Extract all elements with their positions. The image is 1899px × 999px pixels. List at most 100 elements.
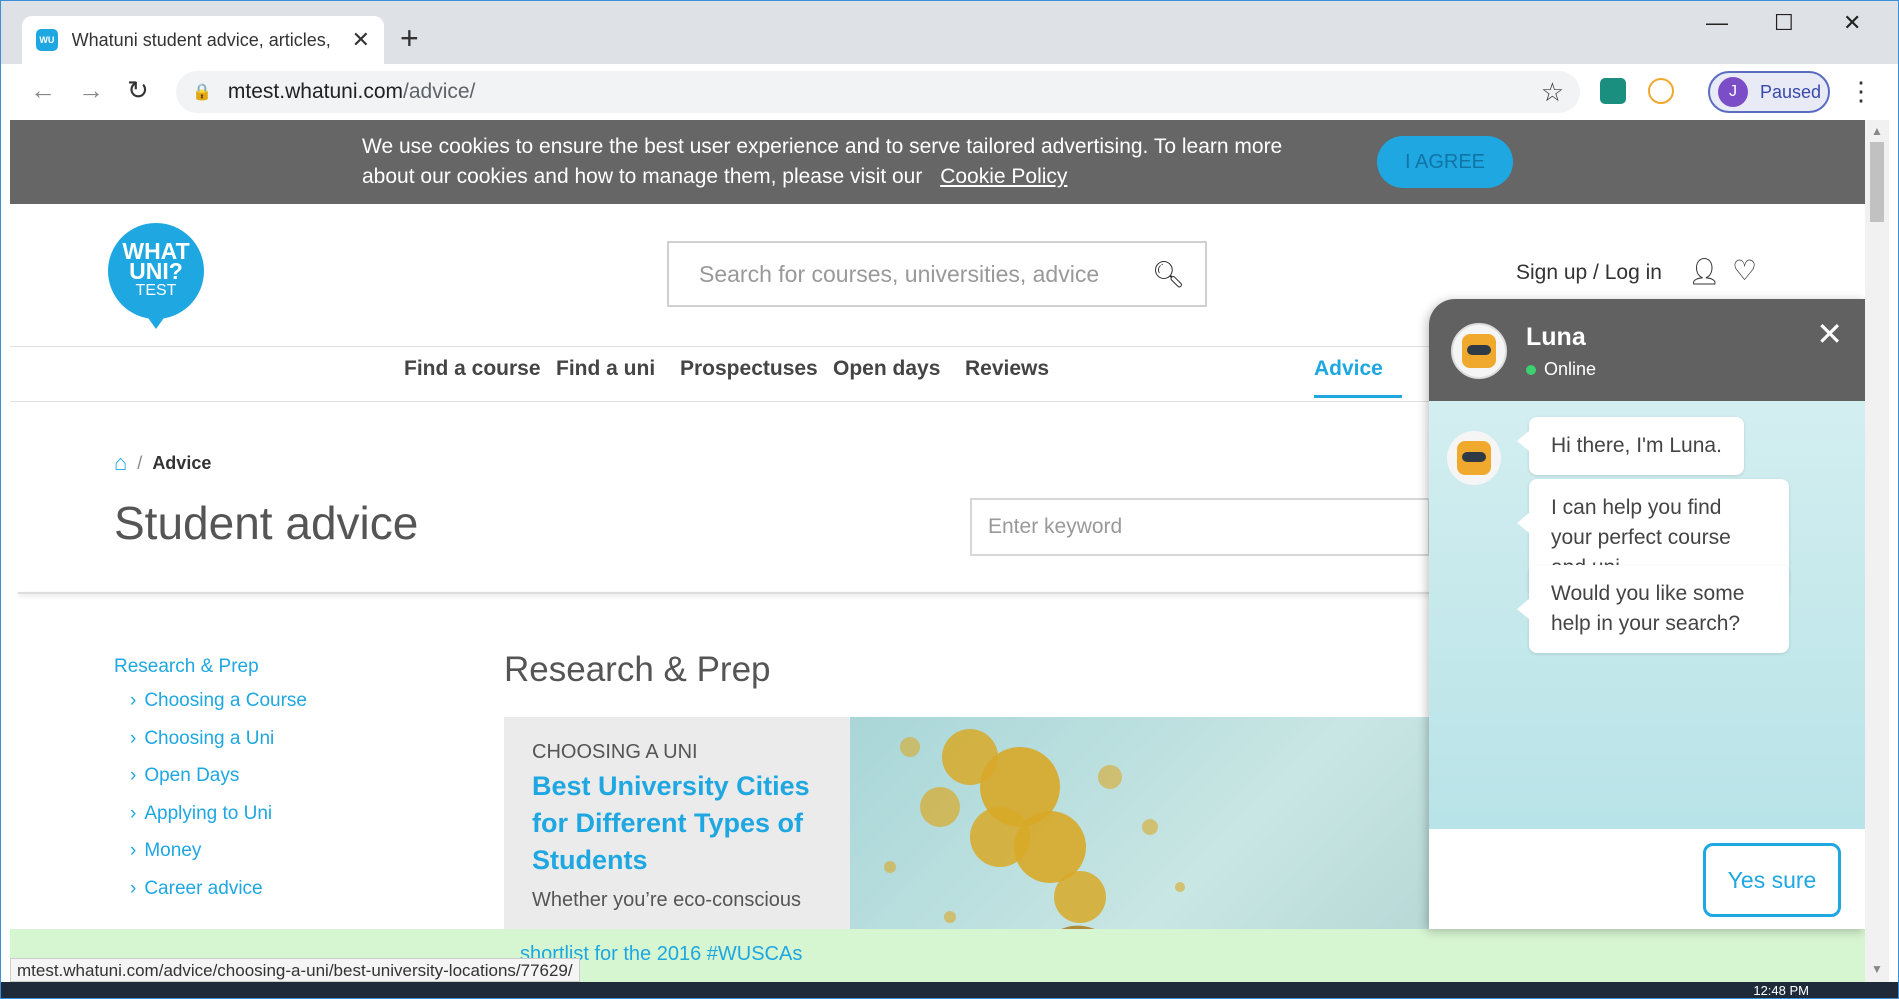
- url-host: mtest.whatuni.com: [227, 80, 403, 103]
- chat-status-label: Online: [1544, 359, 1597, 379]
- online-dot-icon: [1526, 364, 1536, 375]
- chat-bot-name: Luna: [1526, 323, 1586, 351]
- robot-icon: [1457, 441, 1491, 475]
- chevron-right-icon: ›: [130, 727, 137, 749]
- chat-footer: Yes sure: [1429, 829, 1865, 929]
- active-tab-indicator: [1314, 395, 1402, 398]
- sidebar-heading[interactable]: Research & Prep: [114, 656, 307, 678]
- sidebar-item-label: Applying to Uni: [144, 802, 273, 824]
- cookie-agree-button[interactable]: I AGREE: [1377, 136, 1513, 188]
- address-bar[interactable]: 🔒 mtest.whatuni.com /advice/ ☆: [176, 71, 1580, 113]
- chevron-right-icon: ›: [130, 877, 137, 899]
- url-path: /advice/: [403, 80, 476, 103]
- sidebar-item-label: Money: [144, 840, 202, 861]
- signup-login-link[interactable]: Sign up / Log in: [1516, 261, 1662, 285]
- bookmark-star-icon[interactable]: ☆: [1541, 77, 1564, 108]
- nav-find-a-course[interactable]: Find a course: [404, 357, 541, 381]
- chat-header: Luna Online ✕: [1429, 299, 1865, 401]
- article-title-link[interactable]: Best University Cities for Different Typ…: [532, 768, 822, 879]
- minimize-icon[interactable]: —: [1706, 10, 1728, 36]
- profile-button[interactable]: J Paused: [1708, 71, 1830, 113]
- nav-prospectuses[interactable]: Prospectuses: [680, 357, 818, 381]
- main-search: 🔍︎: [667, 241, 1207, 307]
- forward-arrow-icon[interactable]: →: [78, 76, 104, 104]
- sidebar: Research & Prep › Choosing a Course › Choo…: [114, 656, 307, 915]
- tab-title: Whatuni student advice, articles,: [71, 29, 331, 50]
- sidebar-item-label: Open Days: [144, 765, 240, 786]
- sidebar-item-choosing-a-course[interactable]: › Choosing a Course: [130, 690, 307, 728]
- chevron-right-icon: ›: [130, 840, 137, 861]
- sidebar-item-open-days[interactable]: › Open Days: [130, 765, 307, 803]
- breadcrumb-current: Advice: [152, 452, 212, 473]
- maximize-icon[interactable]: ☐: [1774, 10, 1794, 36]
- nav-find-a-uni[interactable]: Find a uni: [556, 357, 655, 381]
- sidebar-item-money[interactable]: › Money: [130, 840, 307, 878]
- article-category: CHOOSING A UNI: [532, 741, 698, 763]
- avatar: J: [1718, 77, 1748, 107]
- main-search-input[interactable]: [699, 260, 1139, 288]
- logo-text-test: TEST: [135, 282, 177, 299]
- tab-close-icon[interactable]: ✕: [352, 27, 370, 53]
- nav-advice[interactable]: Advice: [1314, 357, 1383, 381]
- taskbar-clock: 12:48 PM: [1753, 983, 1809, 998]
- profile-status: Paused: [1760, 81, 1822, 102]
- sidebar-item-label: Choosing a Uni: [144, 727, 275, 749]
- page-viewport: We use cookies to ensure the best user e…: [10, 120, 1865, 982]
- breadcrumb-separator: /: [137, 452, 143, 473]
- os-taskbar: 12:48 PM: [0, 982, 1899, 999]
- section-title: Research & Prep: [504, 650, 771, 689]
- nav-reviews[interactable]: Reviews: [965, 357, 1049, 381]
- sidebar-item-applying-to-uni[interactable]: › Applying to Uni: [130, 803, 307, 841]
- window-close-icon[interactable]: ✕: [1843, 10, 1861, 36]
- keyword-search: [970, 498, 1430, 556]
- cookie-policy-link[interactable]: Cookie Policy: [940, 165, 1067, 188]
- chat-status: Online: [1526, 359, 1596, 380]
- extension-icon[interactable]: [1648, 78, 1674, 104]
- browser-tab[interactable]: WU Whatuni student advice, articles, ✕: [22, 16, 384, 64]
- chat-messages: Hi there, I'm Luna. I can help you find …: [1429, 401, 1865, 829]
- chevron-right-icon: ›: [130, 690, 137, 711]
- article-snippet: Whether you’re eco-conscious: [532, 889, 802, 911]
- page-scrollbar[interactable]: ▲ ▼: [1865, 120, 1889, 982]
- tab-strip: WU Whatuni student advice, articles, ✕ +…: [0, 0, 1899, 64]
- search-icon[interactable]: 🔍︎: [1152, 259, 1185, 290]
- chat-message: Hi there, I'm Luna.: [1517, 417, 1744, 475]
- status-bar-url: mtest.whatuni.com/advice/choosing-a-uni/…: [10, 958, 580, 982]
- back-arrow-icon[interactable]: ←: [30, 76, 56, 104]
- whatuni-logo[interactable]: WHAT UNI? TEST: [108, 223, 204, 329]
- sidebar-item-career-advice[interactable]: › Career advice: [130, 878, 307, 916]
- page-title: Student advice: [114, 497, 419, 549]
- home-icon[interactable]: ⌂: [114, 450, 127, 476]
- heart-icon[interactable]: ♡: [1732, 254, 1757, 287]
- chevron-right-icon: ›: [130, 802, 137, 824]
- cookie-banner: We use cookies to ensure the best user e…: [10, 120, 1865, 204]
- luna-avatar: [1451, 323, 1507, 379]
- chat-widget: Luna Online ✕ Hi there, I'm Luna. I can …: [1429, 299, 1865, 929]
- keyword-input[interactable]: [988, 515, 1388, 539]
- lock-icon: 🔒: [192, 84, 212, 101]
- extension-icon[interactable]: [1600, 78, 1626, 104]
- whatuni-favicon-icon: WU: [36, 29, 58, 51]
- browser-menu-icon[interactable]: ⋮: [1848, 74, 1874, 108]
- new-tab-button[interactable]: +: [400, 22, 419, 54]
- reload-icon[interactable]: ↻: [127, 76, 149, 104]
- robot-icon: [1462, 334, 1496, 368]
- sidebar-item-label: Career advice: [144, 877, 263, 899]
- yes-sure-button[interactable]: Yes sure: [1703, 843, 1841, 917]
- nav-open-days[interactable]: Open days: [833, 357, 940, 381]
- breadcrumb: ⌂ / Advice: [114, 450, 211, 476]
- logo-text-uni: UNI?: [129, 258, 183, 284]
- chat-message: Would you like some help in your search?: [1517, 565, 1789, 653]
- sidebar-item-choosing-a-uni[interactable]: › Choosing a Uni: [130, 728, 307, 766]
- browser-toolbar: ← → ↻ 🔒 mtest.whatuni.com /advice/ ☆ J P…: [0, 64, 1899, 120]
- cookie-message: We use cookies to ensure the best user e…: [362, 135, 1283, 188]
- scroll-up-icon[interactable]: ▲: [1871, 124, 1883, 138]
- scroll-down-icon[interactable]: ▼: [1871, 962, 1883, 976]
- user-icon[interactable]: 👤︎: [1688, 256, 1721, 287]
- scroll-thumb[interactable]: [1870, 142, 1884, 222]
- cookie-text: We use cookies to ensure the best user e…: [362, 132, 1322, 192]
- chevron-right-icon: ›: [130, 765, 137, 786]
- sidebar-item-label: Choosing a Course: [144, 690, 307, 711]
- chat-close-icon[interactable]: ✕: [1816, 315, 1843, 353]
- message-avatar: [1447, 431, 1501, 485]
